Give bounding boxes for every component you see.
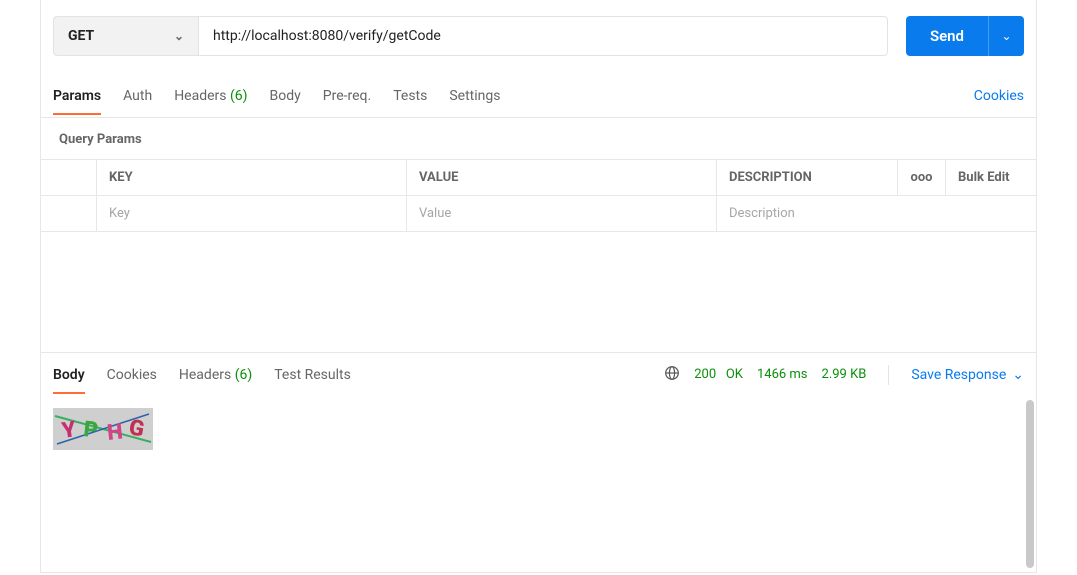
header-key: KEY	[97, 160, 407, 195]
response-meta: 200 OK 1466 ms 2.99 KB Save Response ⌄	[664, 365, 1024, 385]
headers-count: (6)	[230, 88, 248, 104]
response-tabs: Body Cookies Headers (6) Test Results 20…	[41, 352, 1036, 396]
svg-text:H: H	[106, 419, 124, 445]
table-header-row: KEY VALUE DESCRIPTION ooo Bulk Edit	[41, 160, 1036, 196]
key-input[interactable]: Key	[97, 196, 407, 231]
header-value: VALUE	[407, 160, 717, 195]
tab-prereq[interactable]: Pre-req.	[323, 78, 371, 114]
send-button[interactable]: Send	[906, 16, 988, 56]
header-checkbox-col	[41, 160, 97, 195]
row-checkbox[interactable]	[41, 196, 97, 231]
tab-tests[interactable]: Tests	[393, 78, 427, 114]
globe-icon	[664, 365, 680, 385]
tab-settings[interactable]: Settings	[449, 78, 500, 114]
url-input-wrapper	[198, 16, 888, 56]
empty-space	[41, 232, 1036, 352]
bulk-edit-button[interactable]: Bulk Edit	[946, 160, 1036, 195]
tab-body[interactable]: Body	[270, 78, 301, 114]
resp-tab-cookies[interactable]: Cookies	[107, 357, 157, 393]
save-response-button[interactable]: Save Response ⌄	[911, 367, 1024, 383]
resp-tab-headers[interactable]: Headers (6)	[179, 357, 252, 393]
divider	[888, 365, 889, 385]
tab-headers-label: Headers	[174, 88, 226, 104]
request-tabs: Params Auth Headers (6) Body Pre-req. Te…	[41, 74, 1036, 118]
value-input[interactable]: Value	[407, 196, 717, 231]
resp-tab-body[interactable]: Body	[53, 357, 85, 393]
response-time: 1466 ms	[757, 367, 808, 382]
header-description: DESCRIPTION	[717, 160, 898, 195]
url-input[interactable]	[213, 28, 873, 44]
method-label: GET	[68, 28, 94, 44]
svg-text:P: P	[82, 417, 99, 443]
chevron-down-icon: ⌄	[1001, 29, 1011, 43]
description-input[interactable]: Description	[717, 196, 1036, 231]
request-panel: GET ⌄ Send ⌄ Params Auth Headers (6) Bod…	[0, 0, 1077, 573]
response-size: 2.99 KB	[822, 367, 867, 382]
table-row: Key Value Description	[41, 196, 1036, 232]
chevron-down-icon: ⌄	[1012, 367, 1024, 383]
save-response-label: Save Response	[911, 367, 1006, 383]
tab-auth[interactable]: Auth	[123, 78, 152, 114]
scrollbar[interactable]	[1026, 400, 1034, 568]
request-bar: GET ⌄ Send ⌄	[41, 0, 1036, 74]
resp-headers-count: (6)	[235, 367, 253, 383]
tab-params[interactable]: Params	[53, 78, 101, 114]
response-body: Y P H G	[41, 396, 1036, 572]
more-options[interactable]: ooo	[898, 160, 946, 195]
resp-tab-test-results[interactable]: Test Results	[274, 357, 351, 393]
send-more-button[interactable]: ⌄	[988, 16, 1024, 56]
cookies-link[interactable]: Cookies	[974, 88, 1024, 104]
method-select[interactable]: GET ⌄	[53, 16, 198, 56]
captcha-image: Y P H G	[53, 408, 153, 450]
params-table: KEY VALUE DESCRIPTION ooo Bulk Edit Key …	[41, 159, 1036, 232]
section-title: Query Params	[41, 118, 1036, 159]
resp-tab-headers-label: Headers	[179, 367, 231, 383]
tab-headers[interactable]: Headers (6)	[174, 78, 247, 114]
chevron-down-icon: ⌄	[174, 29, 184, 43]
status-text: OK	[726, 367, 743, 382]
status-code: 200	[694, 367, 716, 382]
